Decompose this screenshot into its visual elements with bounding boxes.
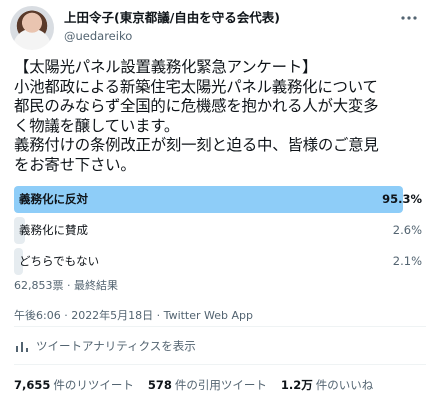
poll: 義務化に反対 95.3% 義務化に賛成 2.6% どちらでもない 2.1% bbox=[14, 186, 422, 279]
author-display-name[interactable]: 上田令子(東京都議/自由を守る会代表) bbox=[64, 10, 280, 26]
poll-option-percent: 2.1% bbox=[392, 254, 422, 268]
poll-option-label: 義務化に反対 bbox=[19, 192, 88, 206]
poll-option: どちらでもない 2.1% bbox=[14, 248, 422, 275]
view-analytics-link[interactable]: ツイートアナリティクスを表示 bbox=[14, 336, 196, 356]
engagement-stats: 7,655 件のリツイート 578 件の引用ツイート 1.2万 件のいいね bbox=[14, 377, 387, 393]
avatar[interactable] bbox=[10, 6, 54, 50]
quotes-stat[interactable]: 578 件の引用ツイート bbox=[148, 377, 267, 393]
likes-stat[interactable]: 1.2万 件のいいね bbox=[281, 377, 373, 393]
author-info[interactable]: 上田令子(東京都議/自由を守る会代表) @uedareiko bbox=[64, 10, 280, 44]
poll-option-percent: 95.3% bbox=[382, 192, 422, 206]
poll-vote-summary: 62,853票 · 最終結果 bbox=[14, 279, 118, 292]
retweets-label: 件のリツイート bbox=[53, 378, 134, 392]
analytics-label: ツイートアナリティクスを表示 bbox=[36, 339, 196, 353]
poll-option: 義務化に賛成 2.6% bbox=[14, 217, 422, 244]
poll-option-label: 義務化に賛成 bbox=[19, 223, 88, 237]
poll-option-label: どちらでもない bbox=[19, 254, 100, 268]
likes-count: 1.2万 bbox=[280, 378, 313, 392]
tweet-timestamp[interactable]: 午後6:06 · 2022年5月18日 · Twitter Web App bbox=[14, 307, 253, 323]
tweet-text: 【太陽光パネル設置義務化緊急アンケート】 小池都政による新築住宅太陽光パネル義務… bbox=[14, 58, 379, 174]
poll-option-percent: 2.6% bbox=[392, 223, 422, 237]
quotes-count: 578 bbox=[147, 378, 172, 392]
divider bbox=[14, 364, 426, 365]
analytics-icon bbox=[16, 342, 28, 352]
retweets-stat[interactable]: 7,655 件のリツイート bbox=[14, 377, 134, 393]
divider bbox=[14, 326, 426, 327]
quotes-label: 件の引用ツイート bbox=[174, 378, 267, 392]
tweet-header: 上田令子(東京都議/自由を守る会代表) @uedareiko bbox=[10, 6, 426, 50]
likes-label: 件のいいね bbox=[315, 378, 374, 392]
author-handle[interactable]: @uedareiko bbox=[64, 28, 280, 44]
more-icon[interactable] bbox=[398, 10, 420, 26]
retweets-count: 7,655 bbox=[14, 378, 51, 392]
poll-option: 義務化に反対 95.3% bbox=[14, 186, 422, 213]
